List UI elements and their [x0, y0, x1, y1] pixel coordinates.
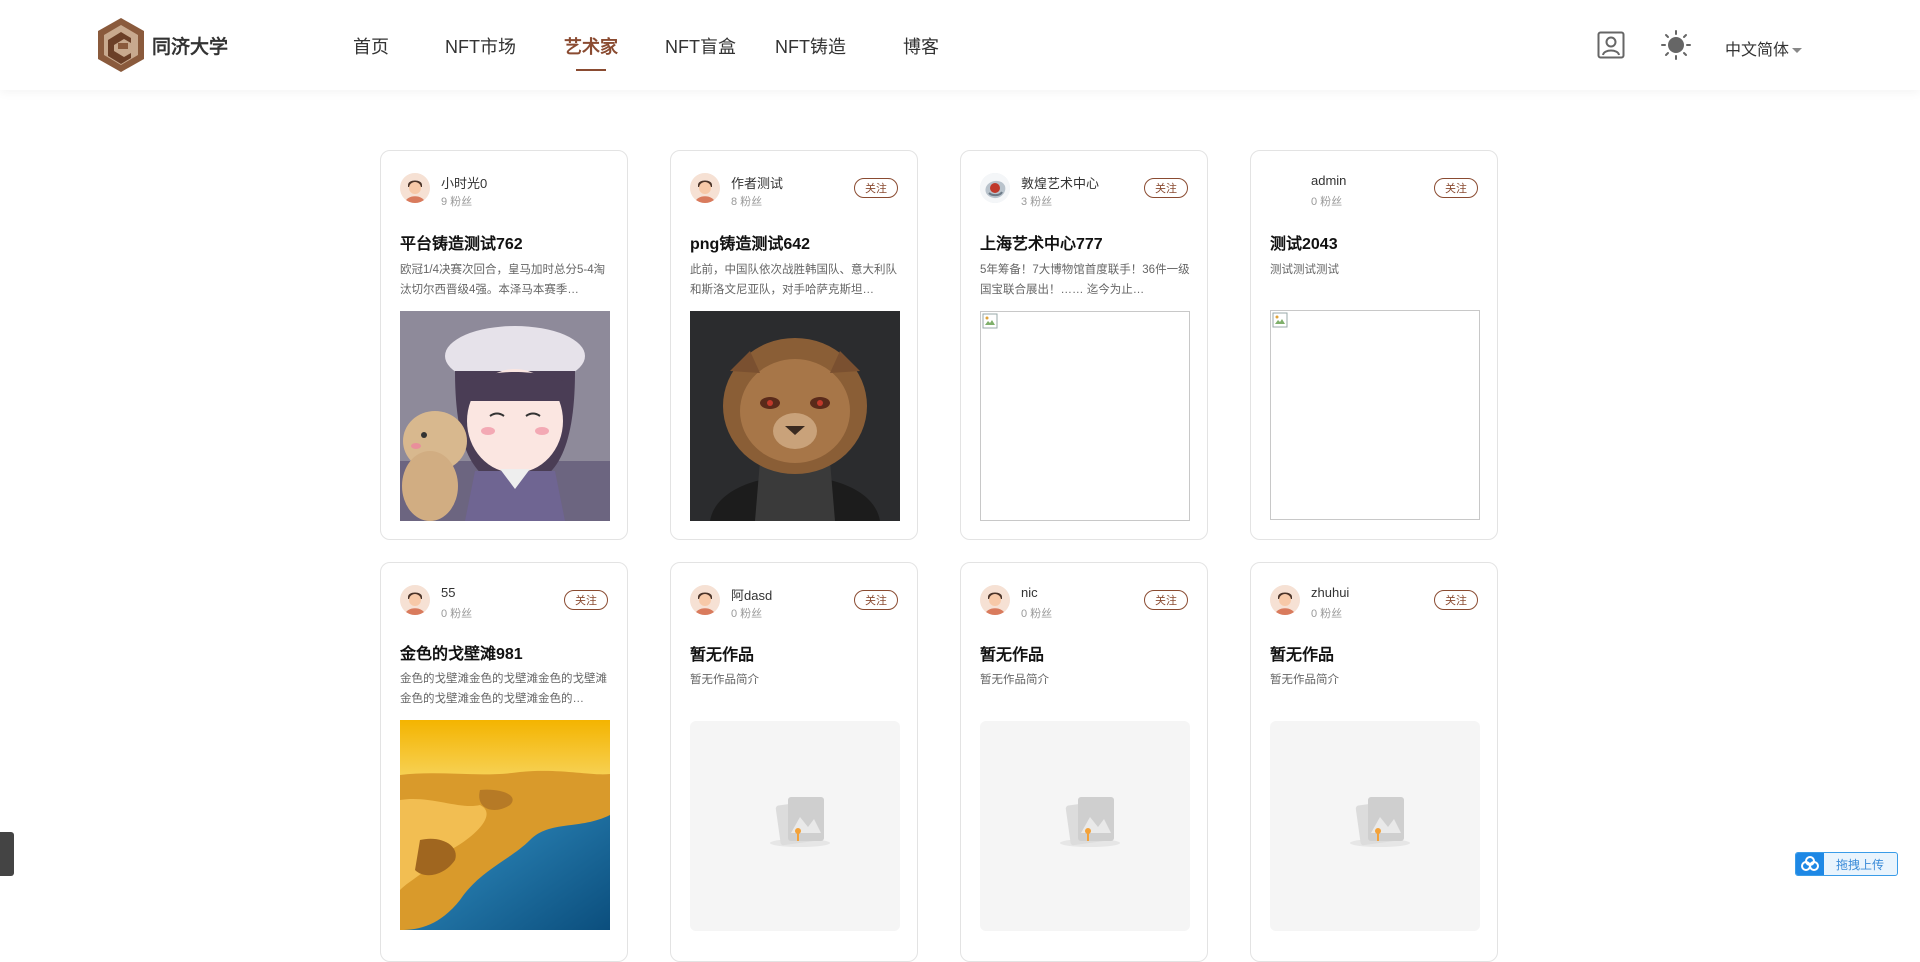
fan-count: 0 粉丝	[1021, 608, 1053, 620]
work-description: 欧冠1/4决赛次回合，皇马加时总分5-4淘汰切尔西晋级4强。本泽马本赛季…	[400, 264, 606, 296]
work-title: 暂无作品	[980, 647, 1045, 664]
artist-card[interactable]: 敦煌艺术中心 3 粉丝 关注 上海艺术中心777 5年筹备！7大博物馆首度联手！…	[960, 150, 1208, 540]
university-logo-icon	[98, 18, 144, 72]
golden-desert-image[interactable]	[400, 720, 610, 930]
fan-count: 0 粉丝	[1311, 608, 1343, 620]
work-title[interactable]: 测试2043	[1270, 230, 1338, 254]
brand-logo[interactable]: 同济大学	[96, 17, 228, 73]
artist-name[interactable]: zhuhui	[1311, 585, 1349, 600]
work-description: 暂无作品简介	[980, 674, 1049, 686]
artist-card[interactable]: 阿dasd 0 粉丝 关注 暂无作品 暂无作品简介	[670, 562, 918, 962]
fan-count: 8 粉丝	[731, 196, 763, 208]
avatar[interactable]	[400, 173, 430, 203]
drag-upload-button[interactable]: 拖拽上传	[1795, 852, 1898, 876]
work-description: 金色的戈壁滩金色的戈壁滩金色的戈壁滩金色的戈壁滩金色的戈壁滩金色的…	[400, 673, 607, 705]
nav-active-underline	[576, 69, 606, 71]
chevron-down-icon	[1792, 48, 1803, 54]
artist-name[interactable]: 小时光0	[441, 173, 487, 192]
avatar[interactable]	[980, 173, 1010, 203]
artist-name[interactable]: nic	[1021, 585, 1038, 600]
avatar[interactable]	[690, 173, 720, 203]
fan-count: 0 粉丝	[441, 608, 473, 620]
fan-count: 3 粉丝	[1021, 196, 1053, 208]
artist-card[interactable]: 小时光0 9 粉丝 平台铸造测试762 欧冠1/4决赛次回合，皇马加时总分5-4…	[380, 150, 628, 540]
sun-icon[interactable]	[1661, 30, 1691, 60]
lion-portrait-image[interactable]	[690, 311, 900, 521]
artist-name[interactable]: admin	[1311, 173, 1346, 188]
avatar[interactable]	[980, 585, 1010, 615]
language-label: 中文简体	[1725, 42, 1790, 59]
nav-nft-mint[interactable]: NFT铸造	[775, 33, 846, 59]
broken-image[interactable]	[980, 311, 1190, 521]
work-title[interactable]: 平台铸造测试762	[400, 230, 523, 254]
follow-button[interactable]: 关注	[1144, 590, 1188, 610]
work-title[interactable]: png铸造测试642	[690, 230, 810, 254]
artist-name[interactable]: 阿dasd	[731, 585, 772, 604]
work-title[interactable]: 金色的戈壁滩981	[400, 640, 523, 664]
avatar[interactable]	[1270, 173, 1300, 203]
nav-blog[interactable]: 博客	[903, 33, 939, 59]
artist-name[interactable]: 55	[441, 585, 455, 600]
work-title[interactable]: 上海艺术中心777	[980, 230, 1103, 254]
artist-card[interactable]: 55 0 粉丝 关注 金色的戈壁滩981 金色的戈壁滩金色的戈壁滩金色的戈壁滩金…	[380, 562, 628, 962]
broken-image-icon	[982, 313, 998, 329]
anime-girl-image[interactable]	[400, 311, 610, 521]
empty-placeholder	[1270, 721, 1480, 931]
follow-button[interactable]: 关注	[854, 590, 898, 610]
follow-button[interactable]: 关注	[1144, 178, 1188, 198]
avatar[interactable]	[690, 585, 720, 615]
follow-button[interactable]: 关注	[1434, 590, 1478, 610]
fan-count: 0 粉丝	[1311, 196, 1343, 208]
fan-count: 0 粉丝	[731, 608, 763, 620]
user-profile-icon[interactable]	[1597, 31, 1625, 59]
work-title: 暂无作品	[690, 647, 755, 664]
artist-card[interactable]: zhuhui 0 粉丝 关注 暂无作品 暂无作品简介	[1250, 562, 1498, 962]
follow-button[interactable]: 关注	[854, 178, 898, 198]
artist-name[interactable]: 敦煌艺术中心	[1021, 173, 1099, 192]
nav-nft-market[interactable]: NFT市场	[445, 33, 516, 59]
fan-count: 9 粉丝	[441, 196, 473, 208]
artist-card[interactable]: admin 0 粉丝 关注 测试2043 测试测试测试	[1250, 150, 1498, 540]
work-description: 此前，中国队依次战胜韩国队、意大利队和斯洛文尼亚队，对手哈萨克斯坦…	[690, 264, 897, 296]
avatar[interactable]	[1270, 585, 1300, 615]
empty-image-icon	[1060, 797, 1120, 847]
work-description: 5年筹备！7大博物馆首度联手！36件一级国宝联合展出！…… 迄今为止…	[980, 264, 1190, 296]
nav-nft-blindbox[interactable]: NFT盲盒	[665, 33, 736, 59]
brand-name: 同济大学	[152, 36, 229, 58]
work-description: 暂无作品简介	[1270, 674, 1339, 686]
cloud-upload-icon	[1796, 853, 1824, 875]
nav-home[interactable]: 首页	[353, 33, 389, 59]
empty-image-icon	[1350, 797, 1410, 847]
follow-button[interactable]: 关注	[1434, 178, 1478, 198]
side-drawer-handle[interactable]	[0, 832, 14, 876]
work-title: 暂无作品	[1270, 647, 1335, 664]
upload-label: 拖拽上传	[1836, 857, 1885, 872]
broken-image-icon	[1272, 312, 1288, 328]
follow-button[interactable]: 关注	[564, 590, 608, 610]
artist-card[interactable]: nic 0 粉丝 关注 暂无作品 暂无作品简介	[960, 562, 1208, 962]
broken-image[interactable]	[1270, 310, 1480, 520]
artist-name[interactable]: 作者测试	[731, 173, 783, 192]
nav-artists[interactable]: 艺术家	[564, 33, 618, 59]
work-description: 测试测试测试	[1270, 264, 1339, 276]
avatar[interactable]	[400, 585, 430, 615]
top-navbar: 同济大学 首页 NFT市场 艺术家 NFT盲盒 NFT铸造 博客 中文简体	[0, 0, 1920, 90]
empty-placeholder	[690, 721, 900, 931]
empty-placeholder	[980, 721, 1190, 931]
language-select[interactable]: 中文简体	[1725, 36, 1803, 60]
artist-card[interactable]: 作者测试 8 粉丝 关注 png铸造测试642 此前，中国队依次战胜韩国队、意大…	[670, 150, 918, 540]
empty-image-icon	[770, 797, 830, 847]
work-description: 暂无作品简介	[690, 674, 759, 686]
